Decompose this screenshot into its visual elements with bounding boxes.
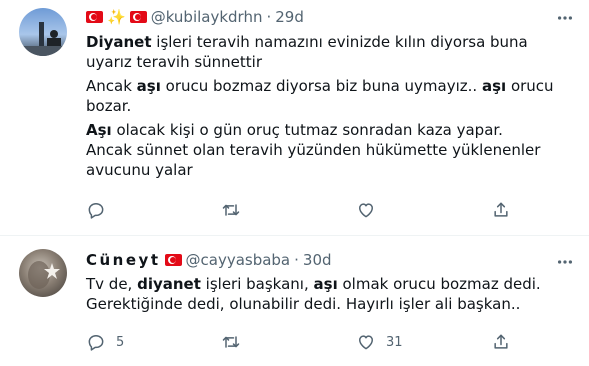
display-name[interactable]: Cüneyt (86, 251, 161, 269)
text-run: orucu bozmaz diyorsa biz buna uymayız.. (160, 77, 482, 95)
reply-button[interactable]: 5 (86, 332, 221, 352)
retweet-icon (222, 336, 240, 348)
bold-text: Diyanet (86, 33, 152, 51)
tweet-paragraph: Aşı olacak kişi o gün oruç tutmaz sonrad… (86, 120, 566, 180)
tweet-actions (86, 199, 526, 221)
retweet-button[interactable] (221, 200, 356, 220)
tweet-actions: 5 31 (86, 331, 526, 353)
like-button[interactable]: 31 (356, 332, 491, 352)
turkey-flag-icon (129, 11, 147, 23)
turkey-flag-icon (86, 11, 103, 23)
text-run: olacak kişi o gün oruç tutmaz sonradan k… (111, 121, 503, 139)
tweet[interactable]: ✨ @kubilaykdrhn · 29d Diyanet işleri ter… (0, 0, 589, 236)
text-run: işleri başkanı, (200, 275, 314, 293)
user-handle[interactable]: @cayyasbaba (186, 251, 291, 269)
tweet-header: Cüneyt @cayyasbaba · 30d (86, 249, 332, 271)
reply-button[interactable] (86, 200, 221, 220)
sparkles-icon: ✨ (107, 7, 126, 26)
like-count: 31 (386, 334, 403, 350)
share-button[interactable] (491, 200, 511, 220)
text-run: işleri teravih namazını evinizde kılın d… (86, 33, 528, 71)
more-dots-icon (557, 260, 573, 264)
text-run: olmak orucu bozmaz dedi. (337, 275, 541, 293)
avatar-image (28, 261, 60, 289)
bold-text: diyanet (137, 275, 201, 293)
retweet-icon (222, 204, 240, 216)
separator-dot: · (266, 8, 272, 26)
tweet-timestamp[interactable]: 30d (303, 251, 332, 269)
share-icon (494, 202, 508, 217)
text-run: Tv de, (86, 275, 138, 293)
tweet-paragraph: Diyanet işleri teravih namazını evinizde… (86, 32, 566, 72)
more-dots-icon (557, 16, 573, 20)
bold-text: Aşı (86, 121, 112, 139)
avatar[interactable] (19, 249, 67, 297)
bold-text: aşı (481, 77, 507, 95)
bold-text: aşı (136, 77, 161, 95)
tweet-timestamp[interactable]: 29d (275, 8, 304, 26)
reply-icon (88, 335, 104, 351)
user-handle[interactable]: @kubilaykdrhn (151, 8, 263, 26)
heart-icon (359, 203, 373, 218)
avatar-image (19, 22, 67, 56)
tweet-text: Tv de, diyanet işleri başkanı, aşı olmak… (86, 274, 566, 318)
share-button[interactable] (491, 332, 511, 352)
more-options-button[interactable] (555, 252, 575, 272)
retweet-button[interactable] (221, 332, 356, 352)
text-run: Ancak sünnet olan teravih yüzünden hüküm… (86, 141, 541, 179)
heart-icon (359, 335, 373, 350)
tweet-paragraph: Tv de, diyanet işleri başkanı, aşı olmak… (86, 274, 566, 314)
tweet[interactable]: Cüneyt @cayyasbaba · 30d Tv de, diyanet … (0, 236, 589, 366)
separator-dot: · (294, 251, 299, 269)
more-options-button[interactable] (555, 8, 575, 28)
reply-count: 5 (116, 334, 125, 350)
text-run: Ancak (86, 77, 137, 95)
tweet-paragraph: Ancak aşı orucu bozmaz diyorsa biz buna … (86, 76, 566, 116)
avatar[interactable] (19, 8, 67, 56)
text-run: Gerektiğinde dedi, olunabilir dedi. Hayı… (86, 295, 521, 313)
tweet-text: Diyanet işleri teravih namazını evinizde… (86, 32, 566, 184)
reply-icon (88, 203, 104, 219)
tweet-header: ✨ @kubilaykdrhn · 29d (86, 6, 304, 28)
bold-text: aşı (313, 275, 338, 293)
turkey-flag-icon (164, 254, 182, 266)
share-icon (494, 334, 508, 349)
like-button[interactable] (356, 200, 491, 220)
